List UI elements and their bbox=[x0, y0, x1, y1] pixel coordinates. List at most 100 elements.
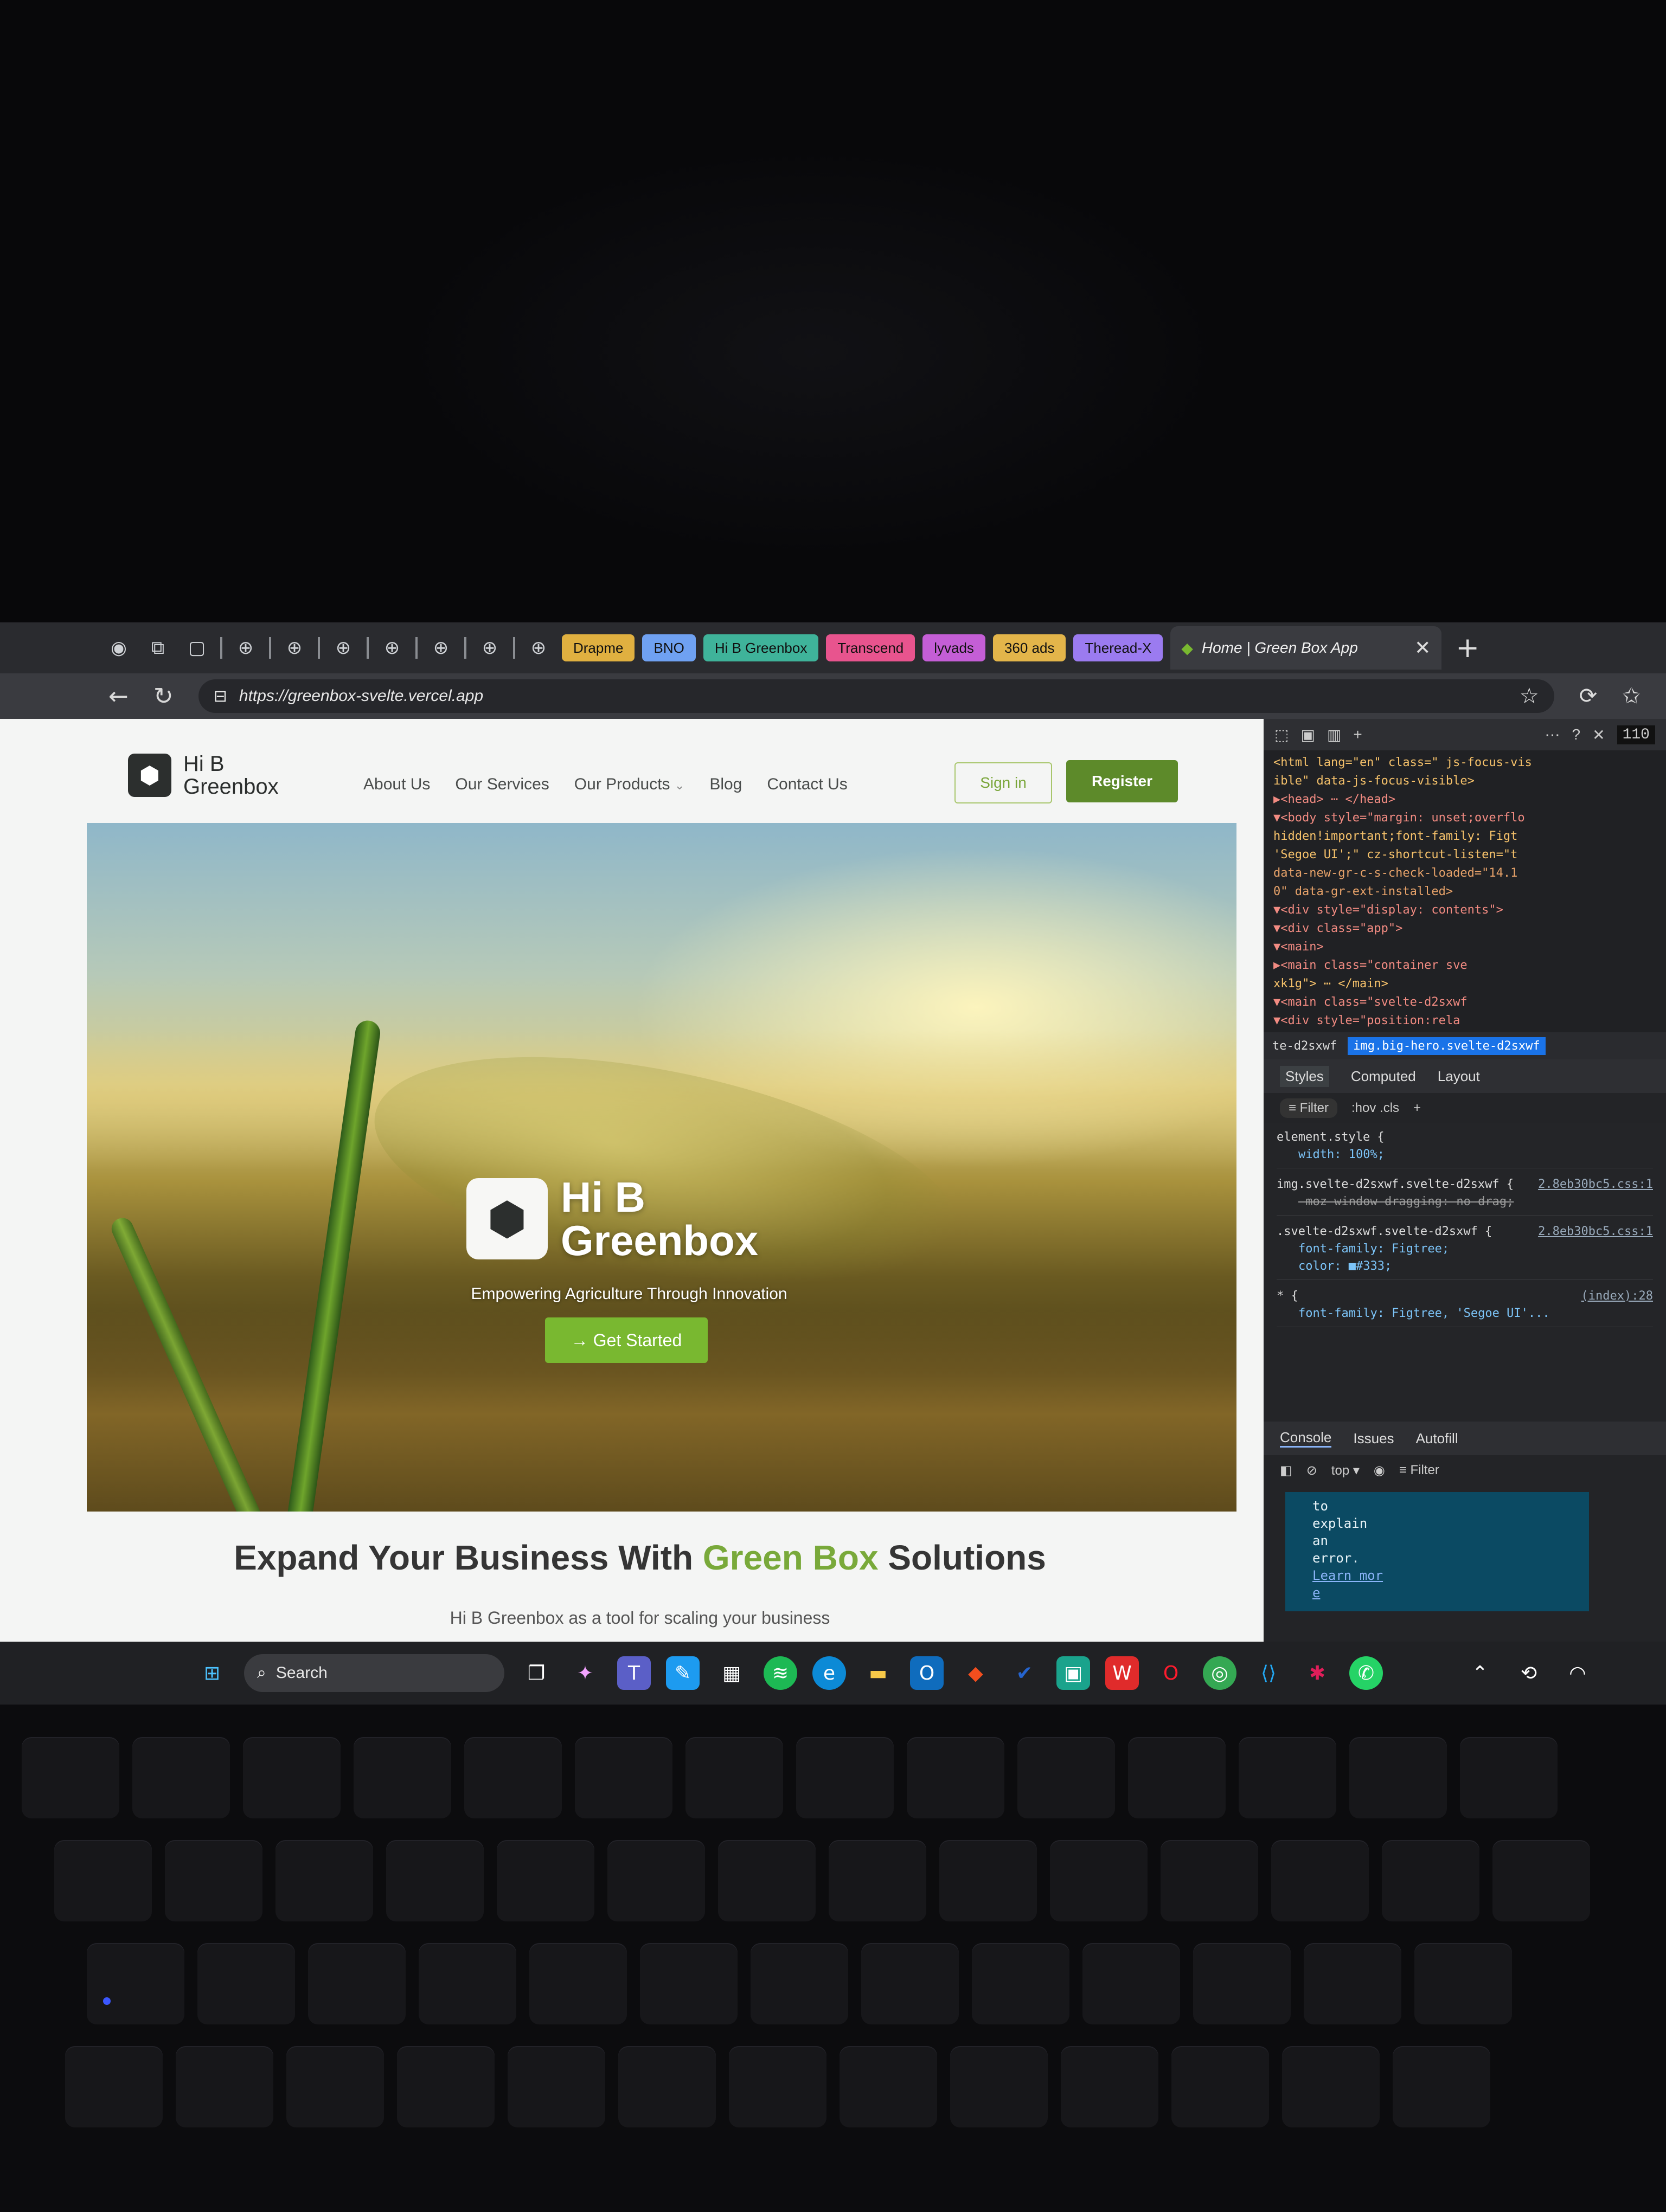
pinned-tab-globe-icon[interactable]: ⊕ bbox=[523, 632, 554, 664]
dom-line[interactable]: ▼<div style="display: contents"> bbox=[1273, 901, 1656, 919]
dom-line[interactable]: ▼<div class="app"> bbox=[1273, 919, 1656, 938]
clear-console-icon[interactable]: ⊘ bbox=[1306, 1463, 1317, 1478]
rule-source[interactable]: (index):28 bbox=[1581, 1288, 1653, 1305]
pinned-tab-globe-icon[interactable]: ⊕ bbox=[376, 632, 408, 664]
dom-line[interactable]: 'Segoe UI';" cz-shortcut-listen="t bbox=[1273, 846, 1656, 864]
learn-more-link[interactable]: Learn mor bbox=[1312, 1567, 1562, 1584]
learn-more-link-end[interactable]: e bbox=[1312, 1584, 1562, 1602]
site-logo[interactable]: ⬢ Hi B Greenbox bbox=[128, 753, 279, 798]
photo-app-icon[interactable]: ▣ bbox=[1056, 1656, 1090, 1690]
inspect-icon[interactable]: ⬚ bbox=[1274, 726, 1289, 744]
dom-line[interactable]: ible" data-js-focus-visible> bbox=[1273, 772, 1656, 790]
chrome-icon[interactable]: ◎ bbox=[1203, 1656, 1236, 1690]
eye-icon[interactable]: ◉ bbox=[1374, 1463, 1385, 1478]
tab-group-drapme[interactable]: Drapme bbox=[562, 634, 635, 661]
hov-cls-toggles[interactable]: :hov .cls bbox=[1351, 1101, 1399, 1116]
get-started-button[interactable]: → Get Started bbox=[545, 1317, 708, 1363]
style-rule[interactable]: element.style { width: 100%; bbox=[1277, 1129, 1653, 1168]
tab-layout[interactable]: Layout bbox=[1438, 1068, 1480, 1085]
nav-our-services[interactable]: Our Services bbox=[455, 775, 549, 794]
whatsapp-icon[interactable]: ✆ bbox=[1349, 1656, 1383, 1690]
dom-line[interactable]: ▼<main> bbox=[1273, 938, 1656, 956]
context-select[interactable]: top ▾ bbox=[1331, 1463, 1360, 1478]
tab-group-theread-x[interactable]: Theread-X bbox=[1073, 634, 1163, 661]
task-view-icon[interactable]: ❐ bbox=[520, 1656, 553, 1690]
pinned-tab-globe-icon[interactable]: ⊕ bbox=[474, 632, 505, 664]
copilot-icon[interactable]: ✦ bbox=[568, 1656, 602, 1690]
spotify-icon[interactable]: ≋ bbox=[764, 1656, 797, 1690]
register-button[interactable]: Register bbox=[1066, 760, 1178, 802]
reload-icon[interactable]: ↻ bbox=[153, 683, 174, 710]
close-tab-icon[interactable]: ✕ bbox=[1414, 636, 1431, 659]
workspace-icon[interactable]: ⧉ bbox=[142, 632, 174, 664]
site-info-icon[interactable]: ⊟ bbox=[214, 687, 227, 706]
tab-styles[interactable]: Styles bbox=[1280, 1065, 1329, 1087]
rule-source[interactable]: 2.8eb30bc5.css:1 bbox=[1538, 1223, 1653, 1240]
dom-line[interactable]: ▶<head> ⋯ </head> bbox=[1273, 790, 1656, 809]
tab-group-bno[interactable]: BNO bbox=[642, 634, 696, 661]
url-field[interactable]: ⊟ https://greenbox-svelte.vercel.app ☆ bbox=[198, 679, 1554, 713]
tab-actions-icon[interactable]: ▢ bbox=[181, 632, 213, 664]
dom-line[interactable]: hidden!important;font-family: Figt bbox=[1273, 827, 1656, 846]
dom-line[interactable]: ▼<main class="svelte-d2sxwf bbox=[1273, 993, 1656, 1012]
nav-our-products[interactable]: Our Products ⌄ bbox=[574, 775, 685, 794]
pinned-tab-globe-icon[interactable]: ⊕ bbox=[425, 632, 457, 664]
style-rule[interactable]: 2.8eb30bc5.css:1 img.svelte-d2sxwf.svelte… bbox=[1277, 1176, 1653, 1216]
sidebar-toggle-icon[interactable]: ◧ bbox=[1280, 1463, 1292, 1478]
tab-group-lyvads[interactable]: lyvads bbox=[922, 634, 985, 661]
figma-icon[interactable]: ◆ bbox=[959, 1656, 992, 1690]
breadcrumb-left[interactable]: te-d2sxwf bbox=[1272, 1039, 1337, 1053]
nav-about-us[interactable]: About Us bbox=[363, 775, 430, 794]
favorites-icon[interactable]: ✩ bbox=[1622, 684, 1641, 709]
sync-icon[interactable]: ⟲ bbox=[1512, 1656, 1546, 1690]
tab-group-hi-b-greenbox[interactable]: Hi B Greenbox bbox=[703, 634, 819, 661]
close-devtools-icon[interactable]: ✕ bbox=[1592, 726, 1605, 744]
twitter-icon[interactable]: ✎ bbox=[666, 1656, 700, 1690]
nav-contact-us[interactable]: Contact Us bbox=[767, 775, 847, 794]
todo-icon[interactable]: ✔ bbox=[1008, 1656, 1041, 1690]
tab-autofill[interactable]: Autofill bbox=[1416, 1430, 1458, 1447]
store-icon[interactable]: ▦ bbox=[715, 1656, 748, 1690]
pinned-tab-globe-icon[interactable]: ⊕ bbox=[328, 632, 359, 664]
back-arrow-icon[interactable]: ← bbox=[108, 683, 129, 710]
outlook-icon[interactable]: O bbox=[910, 1656, 944, 1690]
more-icon[interactable]: ⋯ bbox=[1545, 726, 1560, 744]
console-filter[interactable]: ≡ Filter bbox=[1399, 1463, 1439, 1478]
dom-line[interactable]: xk1g"> ⋯ </main> bbox=[1273, 975, 1656, 993]
sign-in-button[interactable]: Sign in bbox=[954, 762, 1052, 803]
dom-line[interactable]: ▼<body style="margin: unset;overflo bbox=[1273, 809, 1656, 827]
extension-icon[interactable]: ⟳ bbox=[1579, 684, 1598, 709]
elements-tree[interactable]: <html lang="en" class=" js-focus-vis ibl… bbox=[1264, 750, 1666, 1032]
tab-issues[interactable]: Issues bbox=[1353, 1430, 1394, 1447]
profile-avatar-icon[interactable]: ◉ bbox=[103, 632, 134, 664]
start-icon[interactable]: ⊞ bbox=[195, 1656, 229, 1690]
tab-group-transcend[interactable]: Transcend bbox=[826, 634, 915, 661]
dom-line[interactable]: ▶<main class="container sve bbox=[1273, 956, 1656, 975]
tab-group-360-ads[interactable]: 360 ads bbox=[992, 634, 1066, 661]
dom-line[interactable]: <html lang="en" class=" js-focus-vis bbox=[1273, 754, 1656, 772]
opera-icon[interactable]: O bbox=[1154, 1656, 1188, 1690]
dom-line[interactable]: ▼<div style="position:rela bbox=[1273, 1012, 1656, 1030]
wps-icon[interactable]: W bbox=[1105, 1656, 1139, 1690]
dock-icon[interactable]: ▥ bbox=[1327, 726, 1341, 744]
rule-source[interactable]: 2.8eb30bc5.css:1 bbox=[1538, 1176, 1653, 1193]
active-tab[interactable]: ◆ Home | Green Box App ✕ bbox=[1170, 626, 1442, 670]
edge-icon[interactable]: e bbox=[812, 1656, 846, 1690]
tray-chevron-icon[interactable]: ⌃ bbox=[1463, 1656, 1497, 1690]
add-rule-icon[interactable]: + bbox=[1413, 1101, 1421, 1116]
slack-icon[interactable]: ✱ bbox=[1300, 1656, 1334, 1690]
style-rule[interactable]: 2.8eb30bc5.css:1 .svelte-d2sxwf.svelte-d2… bbox=[1277, 1223, 1653, 1280]
teams-icon[interactable]: T bbox=[617, 1656, 651, 1690]
dom-line[interactable]: data-new-gr-c-s-check-loaded="14.1 bbox=[1273, 864, 1656, 883]
breadcrumb-selected[interactable]: img.big-hero.svelte-d2sxwf bbox=[1348, 1037, 1546, 1055]
bookmark-star-icon[interactable]: ☆ bbox=[1520, 684, 1539, 709]
new-tab-button[interactable]: + bbox=[1456, 632, 1479, 664]
dom-line[interactable]: 0" data-gr-ext-installed> bbox=[1273, 883, 1656, 901]
device-toolbar-icon[interactable]: ▣ bbox=[1300, 726, 1315, 744]
taskbar-search[interactable]: ⌕ Search bbox=[244, 1654, 504, 1692]
file-explorer-icon[interactable]: ▬ bbox=[861, 1656, 895, 1690]
wifi-icon[interactable]: ◠ bbox=[1561, 1656, 1594, 1690]
nav-blog[interactable]: Blog bbox=[709, 775, 742, 794]
filter-input[interactable]: ≡ Filter bbox=[1280, 1098, 1338, 1118]
add-panel-icon[interactable]: + bbox=[1353, 726, 1362, 743]
